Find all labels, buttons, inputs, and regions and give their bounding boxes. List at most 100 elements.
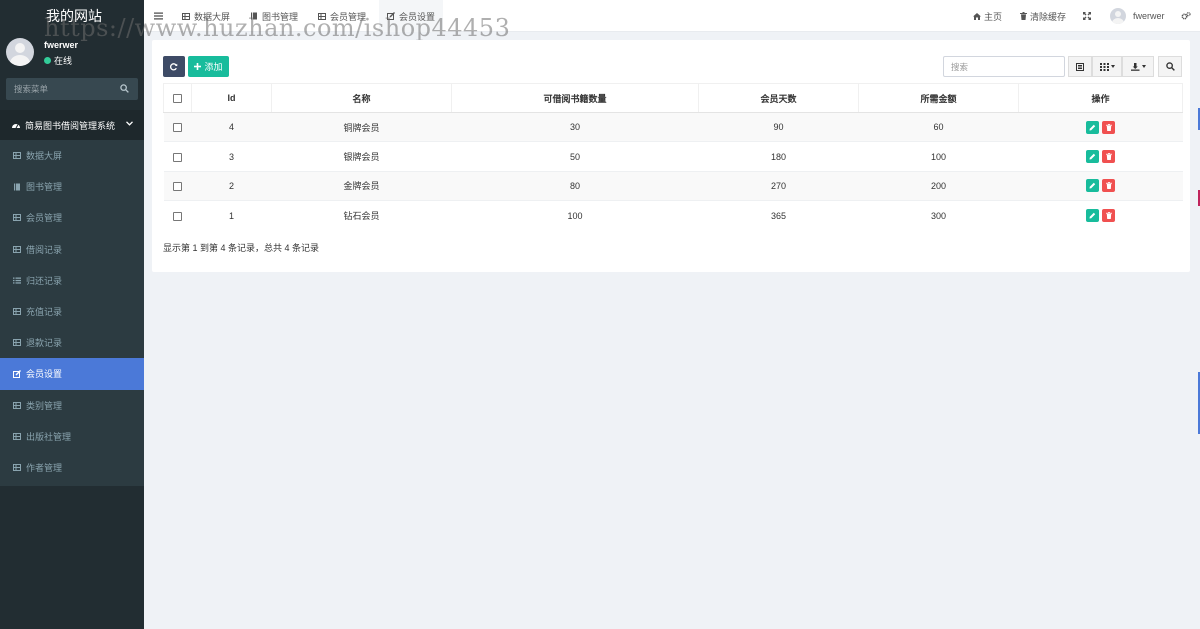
cell-days: 270	[698, 170, 859, 201]
sidebar-item-publishers[interactable]: 出版社管理	[0, 421, 144, 452]
cell-id: 4	[191, 111, 272, 142]
search-icon	[1165, 62, 1175, 71]
edit-button[interactable]	[1086, 209, 1099, 223]
gears-icon	[1181, 12, 1191, 20]
sidebar-item-books[interactable]: 图书管理	[0, 171, 144, 202]
row-checkbox[interactable]	[173, 211, 182, 221]
sidebar-item-label: 类别管理	[26, 400, 63, 411]
sidebar-item-member-settings[interactable]: 会员设置	[0, 358, 144, 390]
pagination-info: 显示第 1 到第 4 条记录，总共 4 条记录	[163, 243, 320, 253]
column-header[interactable]: Id	[191, 83, 272, 113]
search-icon[interactable]	[120, 84, 129, 93]
refresh-button[interactable]	[163, 56, 185, 77]
cell-amount: 300	[858, 200, 1019, 231]
table-icon	[13, 339, 21, 347]
caret-down-icon	[1141, 65, 1146, 68]
clear-cache-label: 清除缓存	[1030, 11, 1067, 22]
edit-button[interactable]	[1086, 120, 1099, 134]
delete-button[interactable]	[1102, 150, 1115, 164]
sidebar-item-label: 借阅记录	[26, 244, 63, 255]
sidebar-item-categories[interactable]: 类别管理	[0, 390, 144, 421]
tab-member-settings[interactable]: 会员设置	[379, 0, 444, 32]
edit-button[interactable]	[1086, 150, 1099, 164]
toggle-view-button[interactable]	[1068, 56, 1092, 77]
column-header: 操作	[1018, 83, 1183, 113]
table-search-input[interactable]	[943, 56, 1065, 77]
edit-button[interactable]	[1086, 179, 1099, 193]
advanced-search-button[interactable]	[1158, 56, 1182, 77]
table-row: 1 钻石会员 100 365 300	[163, 200, 1183, 231]
cell-books: 50	[451, 141, 699, 172]
fullscreen-button[interactable]	[1083, 0, 1091, 32]
sidebar-item-dashboard[interactable]: 数据大屏	[0, 140, 144, 171]
cell-books: 100	[451, 200, 699, 231]
table-row: 4 铜牌会员 30 90 60	[163, 111, 1183, 142]
list-view-icon	[1076, 62, 1084, 71]
row-checkbox[interactable]	[173, 123, 182, 133]
brand-title[interactable]: 我的网站	[46, 6, 102, 26]
sidebar-item-label: 数据大屏	[26, 151, 63, 162]
cell-name: 金牌会员	[271, 170, 452, 201]
tab-members[interactable]: 会员管理	[318, 0, 366, 32]
menu-header[interactable]: 简易图书借阅管理系统	[0, 110, 144, 140]
column-header[interactable]: 会员天数	[698, 83, 859, 113]
cell-days: 90	[698, 111, 859, 142]
edit-icon	[13, 369, 21, 378]
tab-books[interactable]: 图书管理	[250, 0, 298, 32]
table-icon	[318, 12, 326, 20]
sidebar-item-members[interactable]: 会员管理	[0, 202, 144, 233]
cell-name: 银牌会员	[271, 141, 452, 172]
plus-icon	[194, 63, 202, 70]
home-link[interactable]: 主页	[973, 0, 1002, 32]
sidebar-search-input[interactable]	[6, 78, 116, 100]
grid-icon	[1099, 62, 1109, 71]
delete-button[interactable]	[1102, 209, 1115, 223]
select-all-checkbox[interactable]	[173, 94, 182, 104]
row-checkbox[interactable]	[173, 152, 182, 162]
settings-button[interactable]	[1181, 0, 1191, 32]
sidebar-item-label: 图书管理	[26, 182, 63, 193]
table-icon	[13, 245, 21, 253]
caret-down-icon	[1110, 65, 1115, 68]
sidebar-item-refund-records[interactable]: 退款记录	[0, 327, 144, 358]
delete-button[interactable]	[1102, 120, 1115, 134]
avatar	[1110, 8, 1126, 24]
edit-icon	[387, 12, 395, 20]
sidebar-item-recharge-records[interactable]: 充值记录	[0, 296, 144, 327]
tab-dashboard[interactable]: 数据大屏	[182, 0, 230, 32]
sidebar-item-borrow-records[interactable]: 借阅记录	[0, 234, 144, 265]
sidebar-search	[6, 78, 138, 100]
sidebar-item-label: 退款记录	[26, 338, 63, 349]
column-header[interactable]: 名称	[271, 83, 452, 113]
clear-cache-button[interactable]: 清除缓存	[1020, 0, 1066, 32]
dashboard-icon	[12, 124, 20, 129]
menu-toggle-button[interactable]	[154, 0, 163, 32]
row-checkbox[interactable]	[173, 182, 182, 192]
sidebar-item-authors[interactable]: 作者管理	[0, 452, 144, 483]
export-dropdown-button[interactable]	[1122, 56, 1154, 77]
home-label: 主页	[984, 11, 1003, 22]
table-icon	[13, 401, 21, 409]
cell-amount: 200	[858, 170, 1019, 201]
cell-amount: 100	[858, 141, 1019, 172]
user-panel: fwerwer 在线	[0, 30, 144, 72]
avatar[interactable]	[6, 38, 34, 66]
tab-label: 图书管理	[262, 11, 299, 22]
table-icon	[13, 152, 21, 160]
column-header[interactable]: 所需金额	[858, 83, 1019, 113]
online-dot-icon	[44, 57, 51, 64]
sidebar-item-label: 会员管理	[26, 213, 63, 224]
tab-label: 会员管理	[330, 11, 367, 22]
delete-button[interactable]	[1102, 179, 1115, 193]
user-menu[interactable]: fwerwer	[1110, 0, 1165, 32]
menu-header-label: 简易图书借阅管理系统	[25, 120, 116, 131]
sidebar-item-return-records[interactable]: 归还记录	[0, 265, 144, 296]
column-header[interactable]: 可借阅书籍数量	[451, 83, 699, 113]
member-settings-table: Id 名称 可借阅书籍数量 会员天数 所需金额 操作 4 铜牌会员 30 90 …	[163, 83, 1183, 231]
user-status-label: 在线	[54, 56, 73, 66]
add-button[interactable]: 添加	[188, 56, 229, 77]
columns-dropdown-button[interactable]	[1092, 56, 1122, 77]
cell-id: 2	[191, 170, 272, 201]
trash-icon	[1105, 123, 1112, 131]
table-icon	[13, 308, 21, 316]
